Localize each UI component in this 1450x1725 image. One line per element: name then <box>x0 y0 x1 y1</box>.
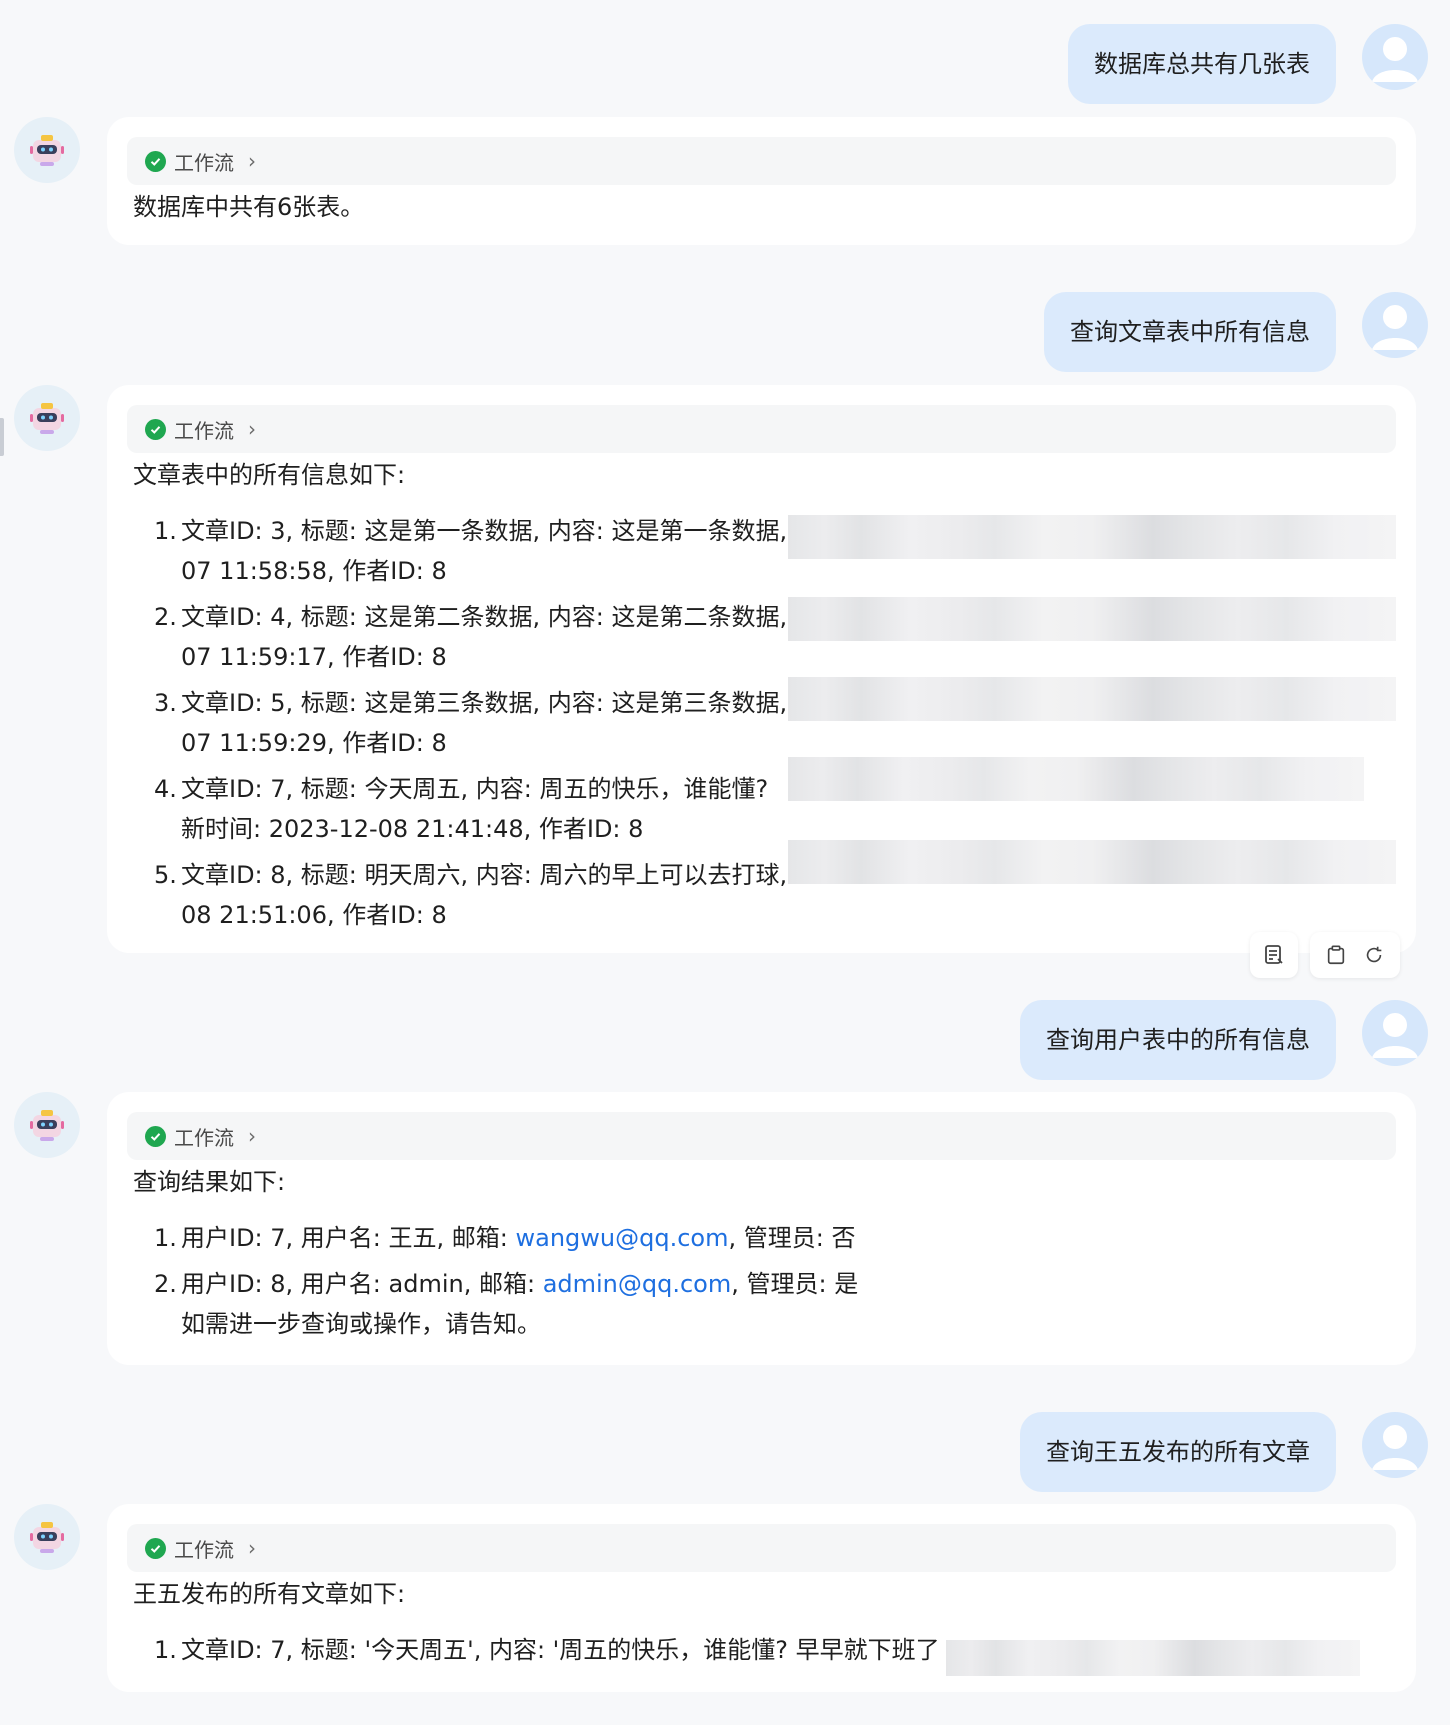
note-icon <box>1265 945 1283 964</box>
copy-button[interactable] <box>1325 944 1347 966</box>
user-avatar-icon <box>1362 24 1428 90</box>
robot-avatar-icon <box>14 1504 80 1570</box>
bot-message: 工作流 › 查询结果如下: 1. 用户ID: 7, 用户名: 王五, 邮箱: wa… <box>107 1092 1416 1365</box>
blurred-region <box>788 757 1364 801</box>
user-list: 1. 用户ID: 7, 用户名: 王五, 邮箱: wangwu@qq.com, 管… <box>127 1218 1396 1344</box>
user-avatar-icon <box>1362 1000 1428 1066</box>
check-circle-icon <box>145 418 166 440</box>
copy-refresh-group <box>1310 932 1400 978</box>
chevron-right-icon: › <box>248 417 256 441</box>
blurred-region <box>788 840 1396 884</box>
list-item: 2. 用户ID: 8, 用户名: admin, 邮箱: admin@qq.com,… <box>154 1270 859 1338</box>
bot-message-intro: 王五发布的所有文章如下: <box>133 1580 406 1608</box>
user-avatar-icon <box>1362 292 1428 358</box>
workflow-toggle[interactable]: 工作流 › <box>127 137 1396 185</box>
chevron-right-icon: › <box>248 1536 256 1560</box>
workflow-toggle[interactable]: 工作流 › <box>127 405 1396 453</box>
check-circle-icon <box>145 1537 166 1559</box>
scrollbar-thumb[interactable] <box>0 418 4 456</box>
check-circle-icon <box>145 150 166 172</box>
refresh-icon <box>1366 946 1382 963</box>
robot-avatar-icon <box>14 385 80 451</box>
blurred-region <box>788 597 1396 641</box>
user-avatar-icon <box>1362 1412 1428 1478</box>
user-message-text: 数据库总共有几张表 <box>1068 24 1336 104</box>
workflow-label: 工作流 <box>174 418 234 443</box>
robot-avatar-icon <box>14 1092 80 1158</box>
workflow-toggle[interactable]: 工作流 › <box>127 1112 1396 1160</box>
user-message-text: 查询王五发布的所有文章 <box>1020 1412 1336 1492</box>
user-message: 数据库总共有几张表 <box>1068 24 1428 104</box>
clipboard-icon <box>1327 945 1345 965</box>
email-link[interactable]: admin@qq.com <box>543 1270 732 1298</box>
email-link[interactable]: wangwu@qq.com <box>516 1224 729 1252</box>
user-message-text: 查询文章表中所有信息 <box>1044 292 1336 372</box>
blurred-region <box>788 515 1396 559</box>
user-message: 查询王五发布的所有文章 <box>1020 1412 1428 1492</box>
list-item: 1. 用户ID: 7, 用户名: 王五, 邮箱: wangwu@qq.com, 管… <box>154 1224 856 1252</box>
bot-message-intro: 查询结果如下: <box>133 1168 286 1196</box>
workflow-toggle[interactable]: 工作流 › <box>127 1524 1396 1572</box>
message-actions <box>1250 932 1400 978</box>
blurred-region <box>788 677 1396 721</box>
chevron-right-icon: › <box>248 1124 256 1148</box>
note-button[interactable] <box>1250 932 1298 978</box>
user-message: 查询文章表中所有信息 <box>1044 292 1428 372</box>
check-circle-icon <box>145 1125 166 1147</box>
workflow-label: 工作流 <box>174 150 234 175</box>
user-message-text: 查询用户表中的所有信息 <box>1020 1000 1336 1080</box>
bot-message: 工作流 › 数据库中共有6张表。 <box>107 117 1416 245</box>
bot-message-text: 数据库中共有6张表。 <box>133 193 365 221</box>
user-message: 查询用户表中的所有信息 <box>1020 1000 1428 1080</box>
workflow-label: 工作流 <box>174 1537 234 1562</box>
blurred-region <box>946 1640 1360 1676</box>
refresh-button[interactable] <box>1363 944 1385 966</box>
workflow-label: 工作流 <box>174 1125 234 1150</box>
chevron-right-icon: › <box>248 149 256 173</box>
robot-avatar-icon <box>14 117 80 183</box>
bot-message-intro: 文章表中的所有信息如下: <box>133 461 406 489</box>
bot-message-footer: 如需进一步查询或操作，请告知。 <box>181 1310 541 1338</box>
